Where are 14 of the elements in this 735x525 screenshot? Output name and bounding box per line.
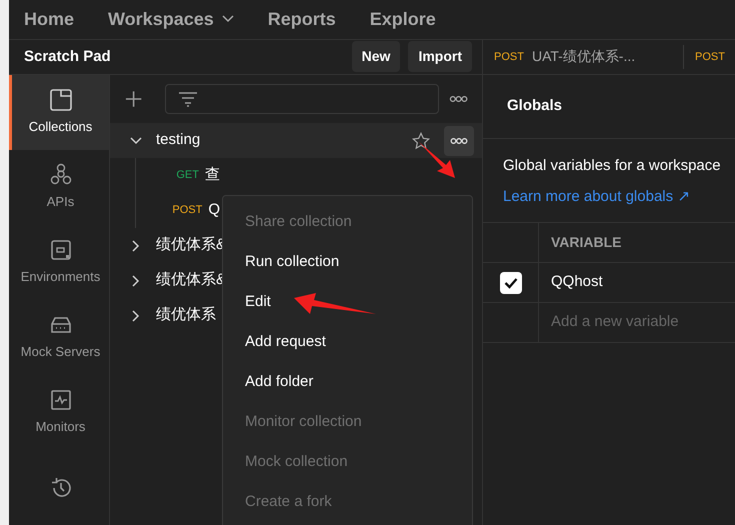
method-label: POST (494, 50, 524, 65)
request-name: Q (208, 200, 220, 220)
request-name: 查 (205, 165, 220, 186)
method-label: POST (695, 50, 725, 65)
column-header: VARIABLE (550, 233, 622, 252)
method-label: GET (176, 168, 199, 184)
workspace-title: Scratch Pad (24, 46, 111, 67)
description-text: Global variables for a workspace (503, 156, 722, 176)
method-label: POST (172, 203, 202, 218)
collection-name: 绩优体系 (156, 305, 216, 326)
variable-name: QQhost (550, 272, 603, 292)
panel-title: Globals (507, 96, 562, 116)
collection-name: testing (156, 130, 200, 150)
tab-title: UAT-绩优体系-... (532, 47, 636, 66)
